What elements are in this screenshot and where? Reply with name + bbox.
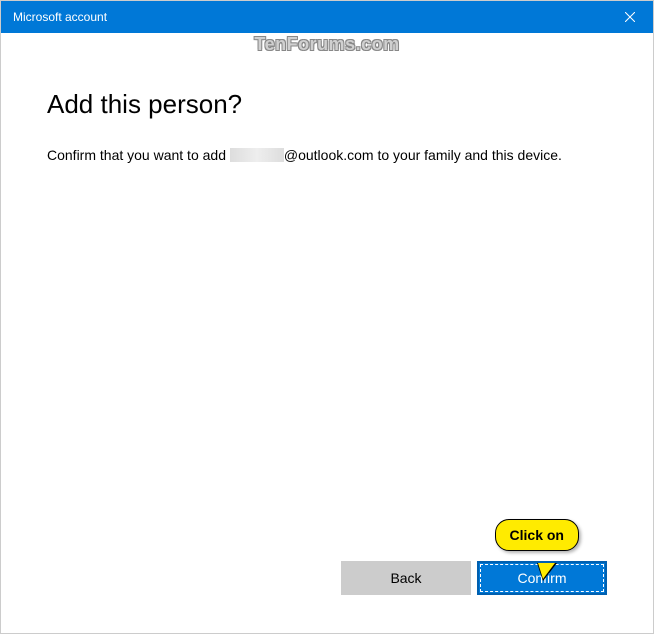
button-row: Back Confirm <box>341 561 607 595</box>
confirm-text-suffix: to your family and this device. <box>374 147 562 163</box>
confirm-text-prefix: Confirm that you want to add <box>47 147 230 163</box>
dialog-content: Add this person? Confirm that you want t… <box>1 33 653 166</box>
redacted-email-local <box>230 148 284 162</box>
page-heading: Add this person? <box>47 89 607 120</box>
confirmation-text: Confirm that you want to add @outlook.co… <box>47 146 607 166</box>
close-button[interactable] <box>607 1 653 33</box>
email-domain: @outlook.com <box>284 147 374 163</box>
titlebar: Microsoft account <box>1 1 653 33</box>
close-icon <box>625 12 635 22</box>
back-button[interactable]: Back <box>341 561 471 595</box>
callout-bubble: Click on <box>495 519 579 551</box>
annotation-callout: Click on <box>495 519 579 551</box>
callout-label: Click on <box>510 527 564 543</box>
window-title: Microsoft account <box>13 10 107 24</box>
